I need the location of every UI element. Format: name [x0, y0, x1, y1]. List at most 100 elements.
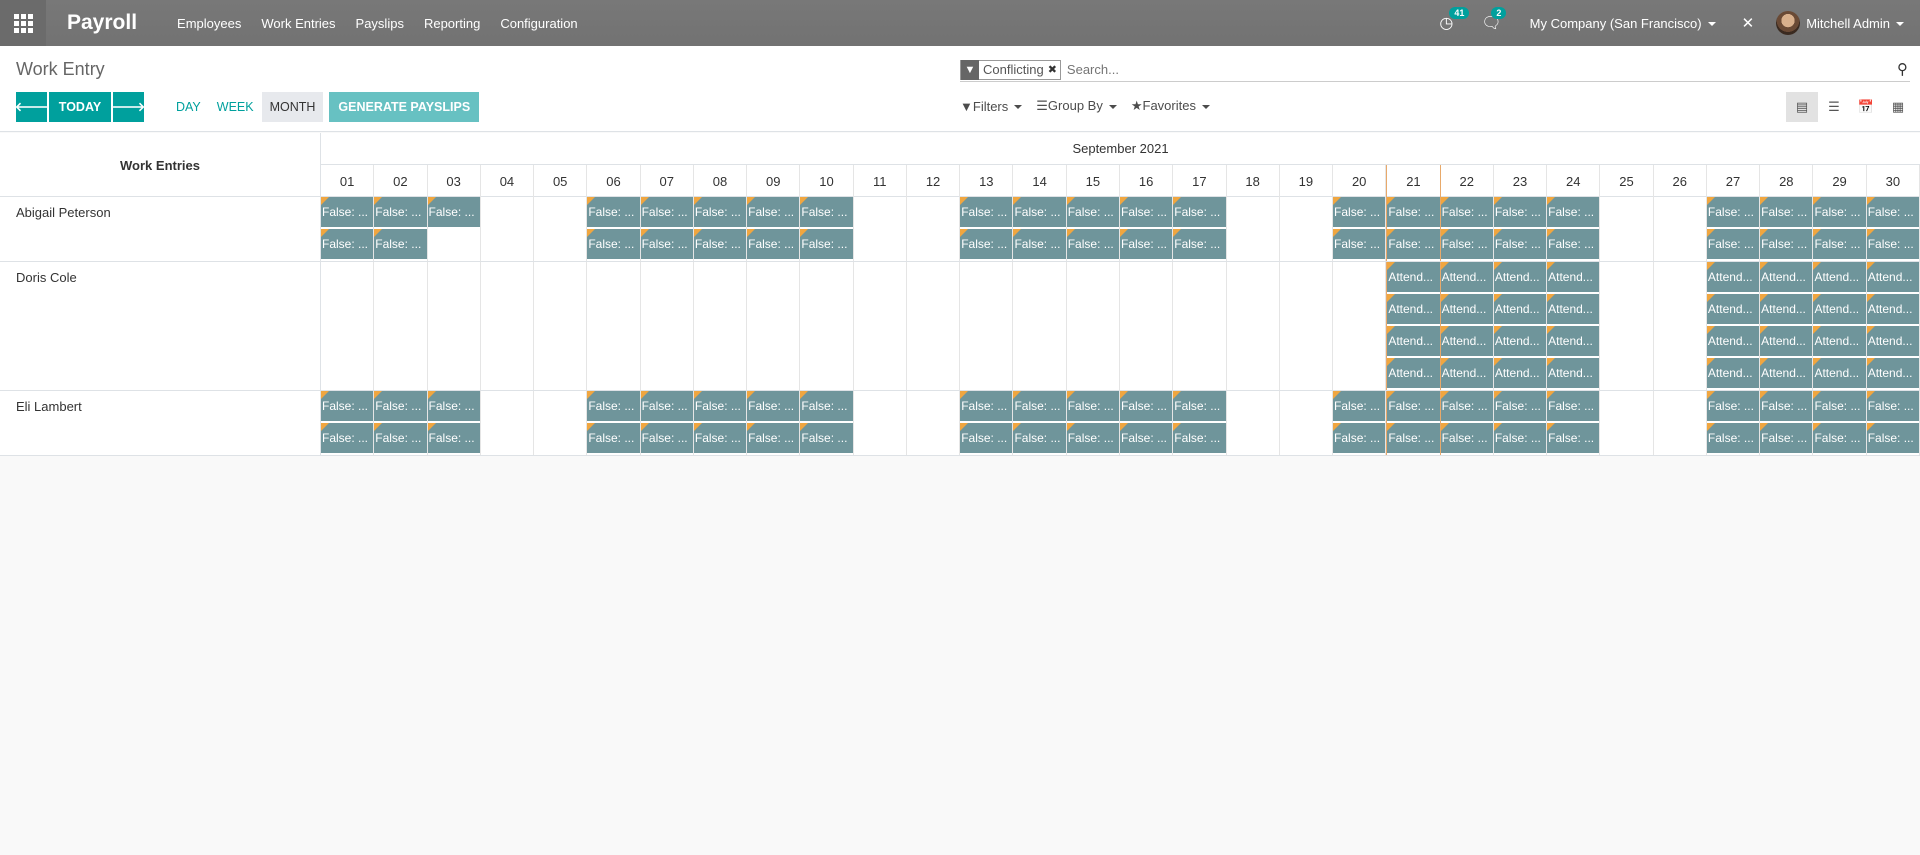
work-entry-pill[interactable]: False: ...: [1813, 423, 1866, 453]
work-entry-pill[interactable]: False: ...: [1387, 197, 1440, 227]
work-entry-pill[interactable]: False: ...: [1119, 423, 1173, 453]
gantt-cell[interactable]: False: ... False: ...: [1706, 391, 1761, 455]
work-entry-pill[interactable]: Attend...: [1866, 326, 1919, 356]
gantt-cell[interactable]: Attend... Attend... Attend... Attend...: [1386, 262, 1441, 390]
work-entry-pill[interactable]: False: ...: [960, 229, 1013, 259]
work-entry-pill[interactable]: False: ...: [1387, 391, 1440, 421]
work-entry-pill[interactable]: False: ...: [1813, 391, 1866, 421]
gantt-cell[interactable]: False: ... False: ...: [1013, 197, 1067, 261]
menu-reporting[interactable]: Reporting: [424, 16, 480, 31]
work-entry-pill[interactable]: False: ...: [321, 197, 374, 227]
work-entry-pill[interactable]: False: ...: [1547, 423, 1600, 453]
gantt-view-button[interactable]: ▤: [1786, 92, 1818, 122]
gantt-cell[interactable]: [1600, 262, 1654, 390]
work-entry-pill[interactable]: False: ...: [1493, 423, 1547, 453]
scale-day-button[interactable]: DAY: [168, 92, 209, 122]
work-entry-pill[interactable]: Attend...: [1706, 358, 1760, 388]
gantt-cell[interactable]: Attend... Attend... Attend... Attend...: [1866, 262, 1920, 390]
gantt-cell[interactable]: [1120, 262, 1174, 390]
work-entry-pill[interactable]: False: ...: [1333, 229, 1386, 259]
work-entry-pill[interactable]: False: ...: [321, 423, 374, 453]
gantt-cell[interactable]: [1013, 262, 1067, 390]
gantt-cell[interactable]: [1280, 391, 1334, 455]
work-entry-pill[interactable]: False: ...: [747, 391, 800, 421]
work-entry-pill[interactable]: Attend...: [1813, 358, 1866, 388]
work-entry-pill[interactable]: False: ...: [1173, 229, 1226, 259]
gantt-cell[interactable]: [374, 262, 428, 390]
work-entry-pill[interactable]: False: ...: [1066, 197, 1119, 227]
work-entry-pill[interactable]: False: ...: [1173, 391, 1226, 421]
gantt-cell[interactable]: False: ... False: ...: [374, 197, 428, 261]
groupby-dropdown[interactable]: ☰Group By: [1036, 98, 1117, 114]
work-entry-pill[interactable]: False: ...: [640, 423, 693, 453]
next-button[interactable]: 🡒: [112, 92, 145, 122]
gantt-cell[interactable]: False: ... False: ...: [1493, 391, 1548, 455]
gantt-cell[interactable]: False: ... False: ...: [1493, 197, 1548, 261]
work-entry-pill[interactable]: False: ...: [321, 391, 374, 421]
gantt-cell[interactable]: [1227, 197, 1280, 261]
work-entry-pill[interactable]: Attend...: [1866, 294, 1919, 324]
work-entry-pill[interactable]: False: ...: [1013, 197, 1066, 227]
gantt-cell[interactable]: [747, 262, 801, 390]
scale-week-button[interactable]: WEEK: [209, 92, 262, 122]
work-entry-pill[interactable]: False: ...: [960, 423, 1013, 453]
gantt-cell[interactable]: Attend... Attend... Attend... Attend...: [1760, 262, 1814, 390]
gantt-cell[interactable]: [1600, 197, 1654, 261]
gantt-cell[interactable]: False: ... False: ...: [1813, 197, 1867, 261]
gantt-cell[interactable]: [534, 262, 588, 390]
gantt-cell[interactable]: [907, 197, 961, 261]
work-entry-pill[interactable]: Attend...: [1547, 358, 1600, 388]
work-entry-pill[interactable]: Attend...: [1440, 262, 1493, 292]
menu-work-entries[interactable]: Work Entries: [261, 16, 335, 31]
gantt-cell[interactable]: False: ... False: ...: [1173, 391, 1227, 455]
gantt-cell[interactable]: [1654, 391, 1707, 455]
previous-button[interactable]: 🡐: [15, 92, 48, 122]
work-entry-pill[interactable]: False: ...: [1440, 391, 1493, 421]
gantt-cell[interactable]: False: ... False: ...: [1333, 391, 1387, 455]
generate-payslips-button[interactable]: GENERATE PAYSLIPS: [329, 92, 480, 122]
gantt-cell[interactable]: [854, 197, 907, 261]
work-entry-pill[interactable]: False: ...: [1760, 229, 1813, 259]
calendar-view-button[interactable]: 📅: [1850, 92, 1882, 122]
work-entry-pill[interactable]: Attend...: [1813, 262, 1866, 292]
gantt-cell[interactable]: [800, 262, 854, 390]
pivot-view-button[interactable]: ▦: [1882, 92, 1914, 122]
work-entry-pill[interactable]: Attend...: [1387, 262, 1440, 292]
work-entry-pill[interactable]: Attend...: [1493, 326, 1547, 356]
work-entry-pill[interactable]: False: ...: [1173, 423, 1226, 453]
gantt-cell[interactable]: [1600, 391, 1654, 455]
gantt-cell[interactable]: False: ... False: ...: [693, 391, 748, 455]
gantt-cell[interactable]: False: ... False: ...: [321, 197, 375, 261]
gantt-cell[interactable]: False: ... False: ...: [1013, 391, 1067, 455]
gantt-cell[interactable]: False: ... False: ...: [321, 391, 375, 455]
work-entry-pill[interactable]: Attend...: [1760, 262, 1813, 292]
work-entry-pill[interactable]: False: ...: [1440, 423, 1493, 453]
work-entry-pill[interactable]: False: ...: [1866, 391, 1919, 421]
work-entry-pill[interactable]: Attend...: [1547, 262, 1600, 292]
work-entry-pill[interactable]: False: ...: [800, 229, 853, 259]
work-entry-pill[interactable]: False: ...: [1813, 197, 1866, 227]
gantt-cell[interactable]: [854, 262, 907, 390]
gantt-cell[interactable]: [907, 262, 961, 390]
work-entry-pill[interactable]: Attend...: [1706, 326, 1760, 356]
work-entry-pill[interactable]: False: ...: [1760, 391, 1813, 421]
work-entry-pill[interactable]: False: ...: [1866, 229, 1919, 259]
work-entry-pill[interactable]: False: ...: [1066, 229, 1119, 259]
work-entry-pill[interactable]: False: ...: [1706, 423, 1760, 453]
work-entry-pill[interactable]: False: ...: [1013, 391, 1066, 421]
work-entry-pill[interactable]: False: ...: [1547, 391, 1600, 421]
menu-configuration[interactable]: Configuration: [500, 16, 577, 31]
gantt-cell[interactable]: False: ... False: ...: [747, 391, 801, 455]
work-entry-pill[interactable]: False: ...: [1866, 197, 1919, 227]
gantt-cell[interactable]: [960, 262, 1014, 390]
favorites-dropdown[interactable]: ★Favorites: [1131, 98, 1210, 114]
work-entry-pill[interactable]: False: ...: [1333, 197, 1386, 227]
gantt-cell[interactable]: False: ... False: ...: [1706, 197, 1761, 261]
gantt-cell[interactable]: False: ... False: ...: [1119, 197, 1174, 261]
work-entry-pill[interactable]: False: ...: [693, 229, 747, 259]
work-entry-pill[interactable]: False: ...: [587, 229, 640, 259]
work-entry-pill[interactable]: Attend...: [1440, 358, 1493, 388]
gantt-cell[interactable]: False: ... False: ...: [587, 391, 641, 455]
gantt-cell[interactable]: [854, 391, 907, 455]
work-entry-pill[interactable]: False: ...: [693, 423, 747, 453]
